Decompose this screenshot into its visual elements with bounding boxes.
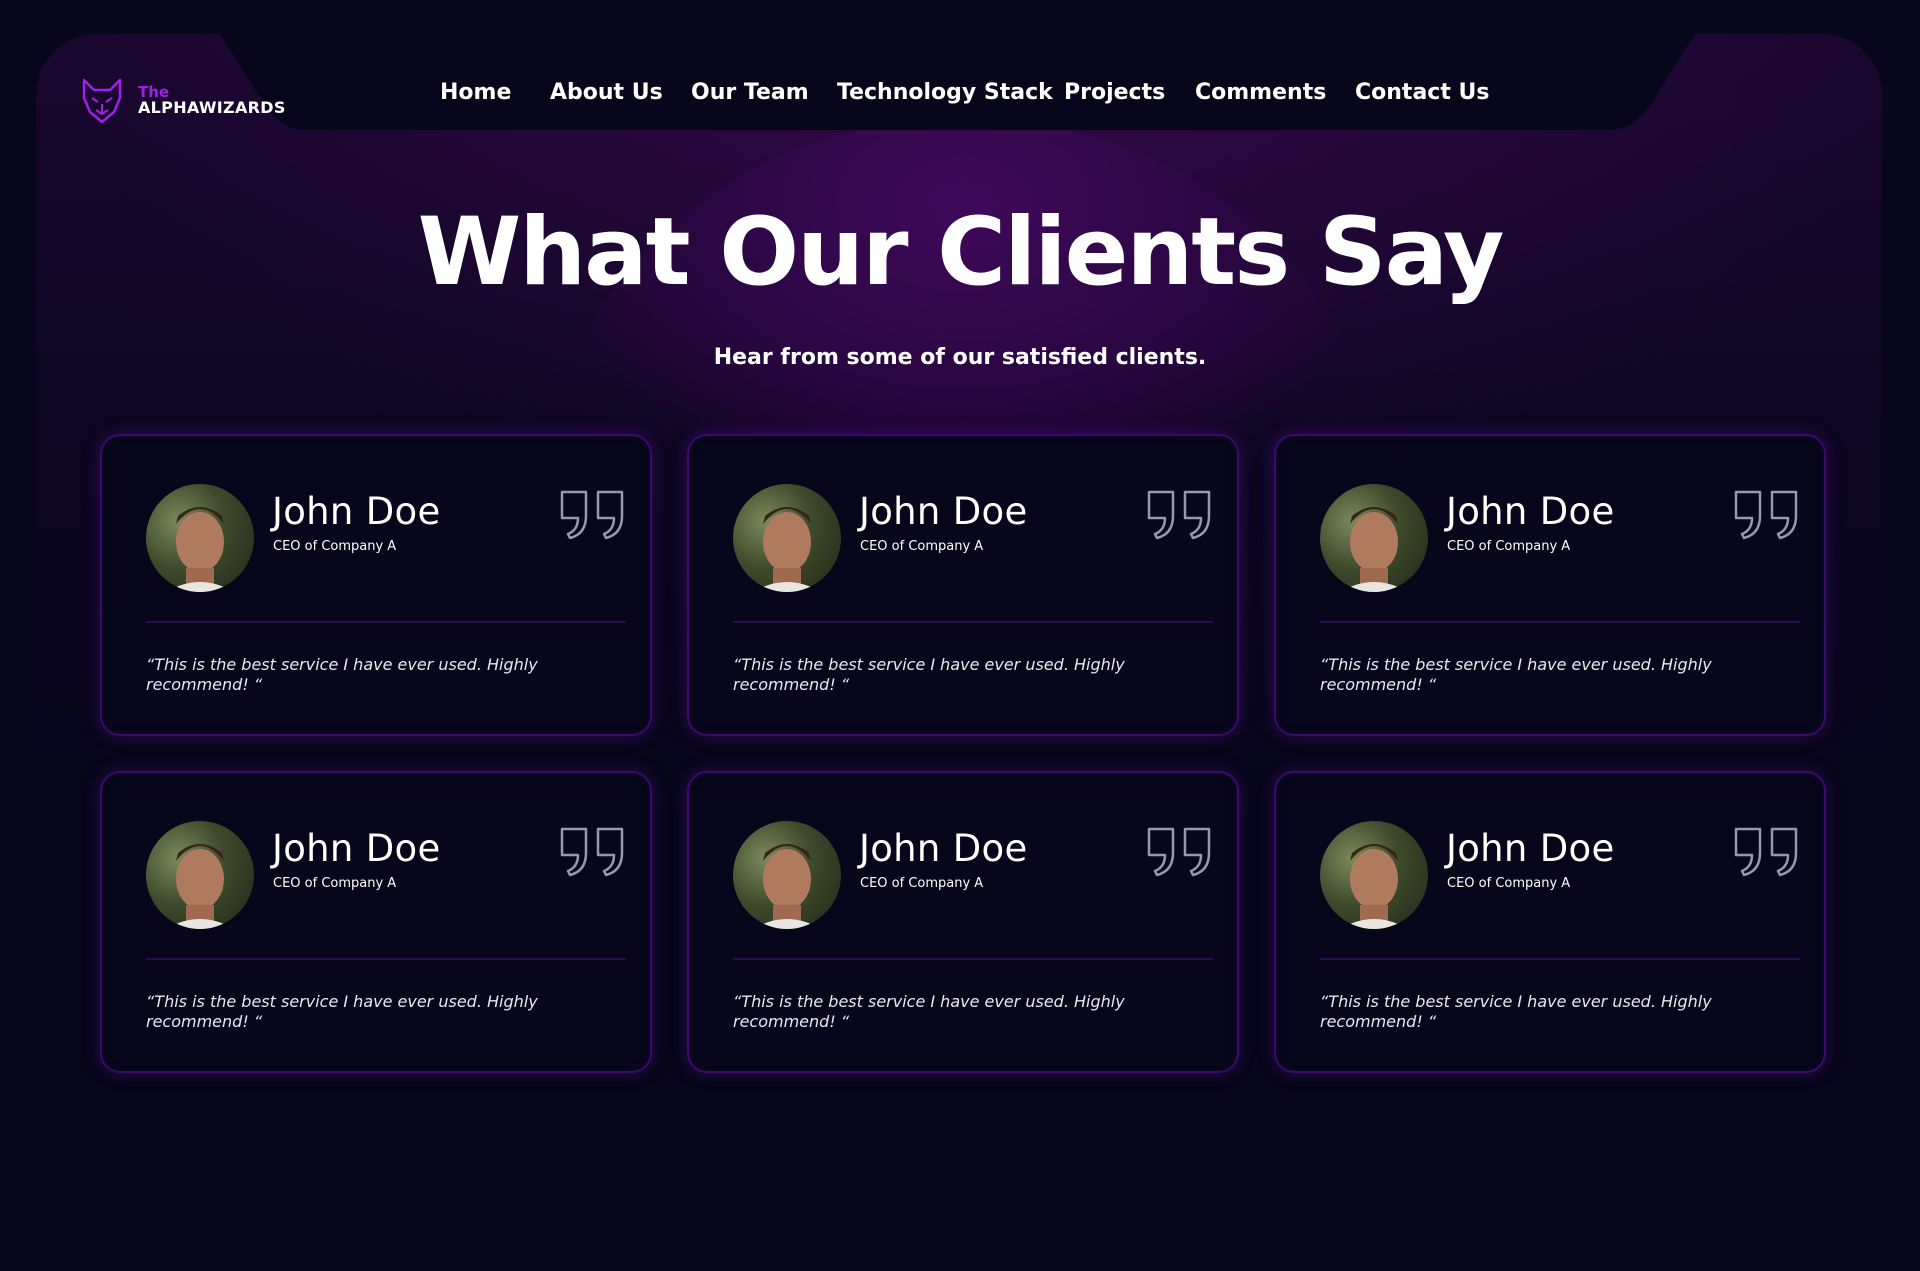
quote-icon [560,827,624,877]
client-quote: “This is the best service I have ever us… [733,655,1125,694]
card-divider [1320,621,1800,623]
nav-projects[interactable]: Projects [1064,80,1165,105]
card-divider [146,621,626,623]
portrait-avatar [1320,821,1428,929]
nav-about-us[interactable]: About Us [550,80,663,105]
testimonial-card: John Doe CEO of Company A “This is the b… [1274,771,1826,1073]
portrait-avatar [1320,484,1428,592]
card-divider [733,621,1213,623]
client-role: CEO of Company A [1447,876,1571,891]
quote-icon [560,490,624,540]
client-role: CEO of Company A [860,876,984,891]
client-name: John Doe [1446,490,1615,533]
page-subtitle: Hear from some of our satisfied clients. [713,345,1207,370]
brand-line2: ALPHAWIZARDS [138,98,286,118]
testimonial-card: John Doe CEO of Company A “This is the b… [1274,434,1826,736]
client-name: John Doe [272,490,441,533]
quote-icon [1147,827,1211,877]
client-role: CEO of Company A [273,539,397,554]
quote-icon [1734,490,1798,540]
quote-icon [1147,490,1211,540]
card-divider [146,958,626,960]
client-quote: “This is the best service I have ever us… [146,992,538,1031]
card-divider [1320,958,1800,960]
client-quote: “This is the best service I have ever us… [146,655,538,694]
testimonial-card: John Doe CEO of Company A “This is the b… [100,771,652,1073]
testimonial-card: John Doe CEO of Company A “This is the b… [687,771,1239,1073]
nav-technology-stack[interactable]: Technology Stack [837,80,1053,105]
client-name: John Doe [272,827,441,870]
testimonial-card: John Doe CEO of Company A “This is the b… [687,434,1239,736]
nav-comments[interactable]: Comments [1195,80,1326,105]
page-title: What Our Clients Say [417,198,1505,307]
client-name: John Doe [859,490,1028,533]
brand-logo[interactable]: The ALPHAWIZARDS [80,78,286,124]
page: The ALPHAWIZARDS Home About Us Our Team … [0,0,1920,1271]
nav-home[interactable]: Home [440,80,511,105]
portrait-avatar [733,821,841,929]
portrait-avatar [146,484,254,592]
testimonial-card: John Doe CEO of Company A “This is the b… [100,434,652,736]
client-name: John Doe [1446,827,1615,870]
client-quote: “This is the best service I have ever us… [1320,992,1712,1031]
portrait-avatar [146,821,254,929]
portrait-avatar [733,484,841,592]
client-quote: “This is the best service I have ever us… [733,992,1125,1031]
quote-icon [1734,827,1798,877]
client-name: John Doe [859,827,1028,870]
card-divider [733,958,1213,960]
client-role: CEO of Company A [273,876,397,891]
nav-our-team[interactable]: Our Team [691,80,809,105]
client-role: CEO of Company A [1447,539,1571,554]
wolf-logo-icon [82,78,122,124]
nav-contact-us[interactable]: Contact Us [1355,80,1489,105]
client-role: CEO of Company A [860,539,984,554]
client-quote: “This is the best service I have ever us… [1320,655,1712,694]
